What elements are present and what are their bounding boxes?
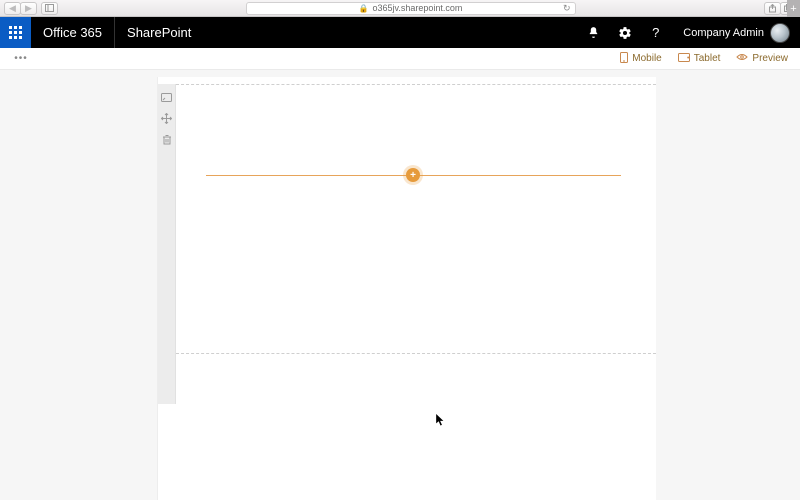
mobile-label: Mobile	[632, 53, 661, 64]
forward-button[interactable]: ▶	[20, 2, 37, 15]
lock-icon: 🔒	[359, 4, 369, 13]
tablet-label: Tablet	[694, 53, 721, 64]
move-section-button[interactable]	[161, 113, 172, 124]
waffle-icon	[9, 26, 22, 39]
app-launcher-button[interactable]	[0, 17, 31, 48]
tablet-view-button[interactable]: Tablet	[670, 53, 729, 65]
mouse-cursor	[436, 414, 445, 432]
command-bar: ••• Mobile Tablet Preview	[0, 48, 800, 70]
reload-icon[interactable]: ↻	[563, 3, 571, 14]
section-boundary-top	[176, 84, 656, 85]
app-name[interactable]: SharePoint	[114, 17, 203, 48]
avatar	[770, 23, 790, 43]
more-actions-button[interactable]: •••	[0, 53, 42, 64]
suite-bar: Office 365 SharePoint ? Company Admin	[0, 17, 800, 48]
address-bar-wrap: 🔒 o365jv.sharepoint.com ↻	[57, 2, 764, 15]
back-button[interactable]: ◀	[4, 2, 21, 15]
notifications-button[interactable]	[578, 17, 609, 48]
address-url: o365jv.sharepoint.com	[373, 3, 463, 13]
section-boundary-bottom	[176, 353, 656, 354]
page-canvas: +	[0, 70, 800, 500]
edit-section-button[interactable]	[161, 92, 172, 103]
new-tab-button[interactable]: +	[787, 0, 800, 17]
settings-button[interactable]	[609, 17, 640, 48]
page-surface[interactable]	[158, 77, 656, 500]
help-button[interactable]: ?	[640, 17, 671, 48]
user-name: Company Admin	[683, 27, 764, 39]
suite-brand[interactable]: Office 365	[31, 25, 114, 40]
plus-icon: +	[410, 170, 416, 181]
address-bar[interactable]: 🔒 o365jv.sharepoint.com ↻	[246, 2, 576, 15]
delete-section-button[interactable]	[161, 134, 172, 145]
section-toolbar	[158, 84, 176, 404]
user-menu[interactable]: Company Admin	[671, 23, 800, 43]
add-webpart-button[interactable]: +	[406, 168, 420, 182]
preview-label: Preview	[752, 53, 788, 64]
preview-button[interactable]: Preview	[728, 53, 800, 64]
preview-icon	[736, 53, 748, 64]
browser-nav-group: ◀ ▶	[0, 2, 57, 15]
sidebar-toggle-button[interactable]	[41, 2, 58, 15]
mobile-view-button[interactable]: Mobile	[612, 52, 669, 66]
browser-toolbar: ◀ ▶ 🔒 o365jv.sharepoint.com ↻ +	[0, 0, 800, 17]
tablet-icon	[678, 53, 690, 65]
mobile-icon	[620, 52, 628, 66]
share-button[interactable]	[764, 2, 781, 15]
